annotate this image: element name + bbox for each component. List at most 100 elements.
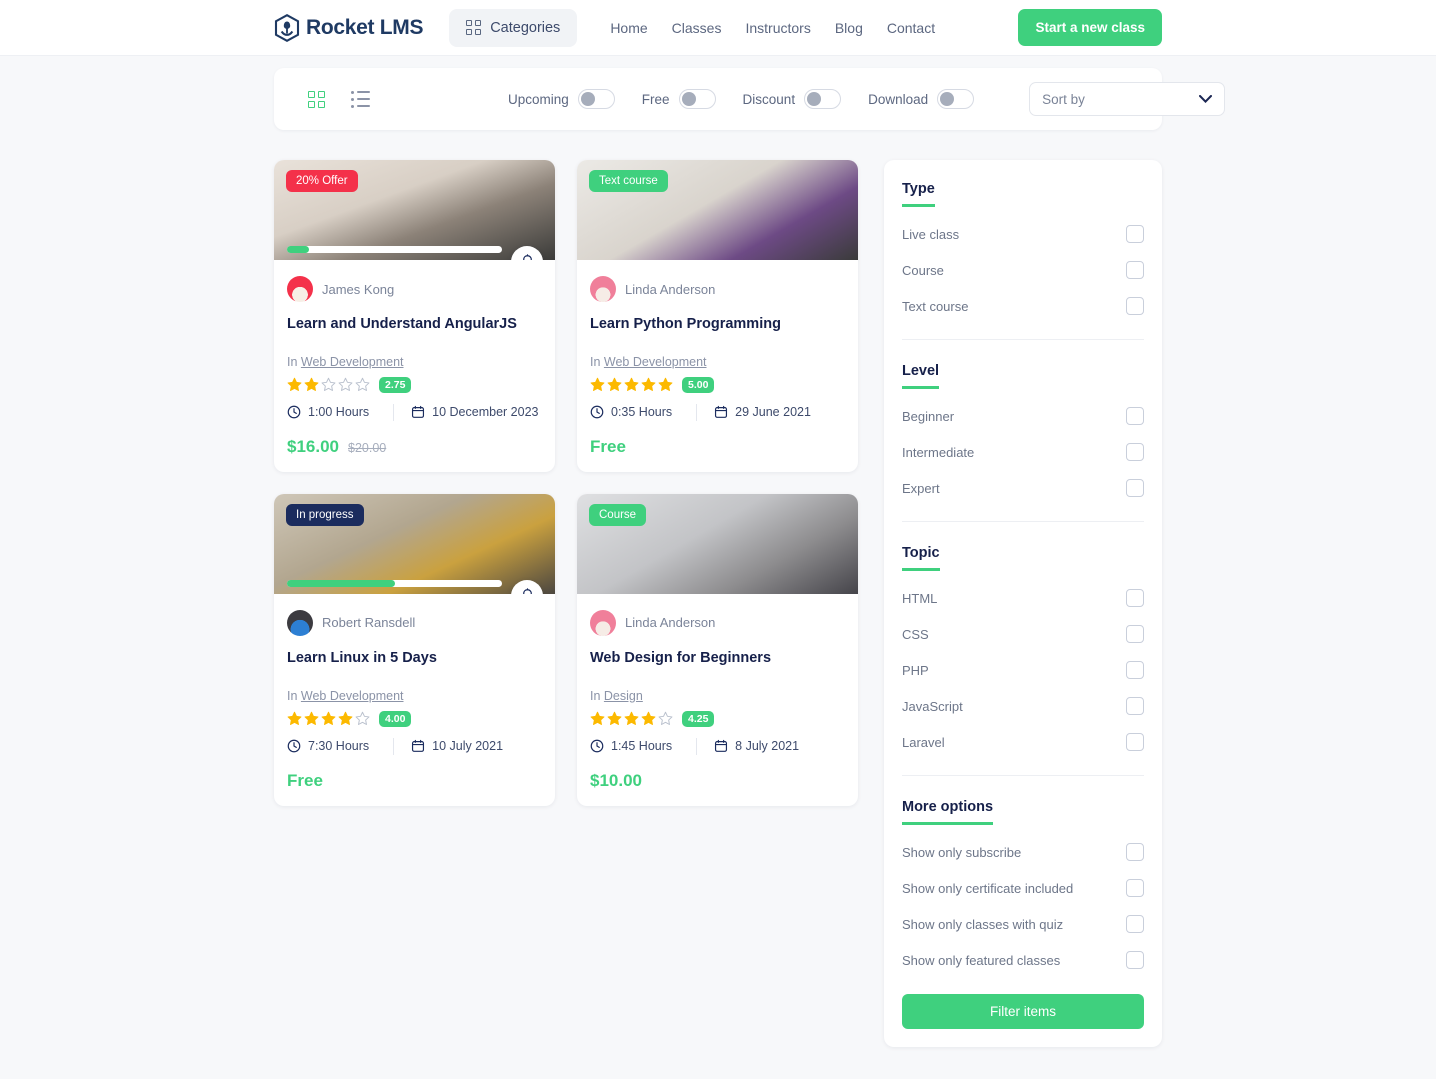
logo[interactable]: Rocket LMS (274, 14, 423, 42)
course-card[interactable]: Course Linda Anderson Web Design for Begin… (577, 494, 858, 806)
course-title[interactable]: Learn Python Programming (590, 315, 845, 334)
toggle-discount[interactable]: Discount (743, 89, 842, 109)
checkbox[interactable] (1126, 261, 1144, 279)
course-card-body: Linda Anderson Web Design for Beginners In… (577, 594, 858, 806)
filter-section: TypeLive classCourseText course (902, 180, 1144, 315)
toggle-upcoming-label: Upcoming (508, 92, 569, 107)
filter-option-css[interactable]: CSS (902, 625, 1144, 643)
course-badge: In progress (286, 504, 364, 526)
filter-option-show-only-certificate-included[interactable]: Show only certificate included (902, 879, 1144, 897)
filter-option-show-only-subscribe[interactable]: Show only subscribe (902, 843, 1144, 861)
list-view-icon[interactable] (351, 91, 370, 108)
filter-option-label: Expert (902, 481, 940, 496)
star-icon (590, 377, 605, 392)
course-thumbnail[interactable]: In progress (274, 494, 555, 594)
nav-item-classes[interactable]: Classes (672, 20, 722, 36)
filter-divider (902, 339, 1144, 340)
main-nav: Home Classes Instructors Blog Contact (610, 20, 935, 36)
checkbox[interactable] (1126, 951, 1144, 969)
filter-option-label: Show only subscribe (902, 845, 1021, 860)
checkbox[interactable] (1126, 879, 1144, 897)
course-category-link[interactable]: Web Development (604, 355, 707, 369)
toggle-upcoming[interactable]: Upcoming (508, 89, 615, 109)
current-price: $16.00 (287, 437, 339, 457)
filter-option-live-class[interactable]: Live class (902, 225, 1144, 243)
meta-divider (393, 738, 394, 755)
star-rating (287, 377, 370, 392)
grid-view-icon[interactable] (308, 91, 325, 108)
course-title[interactable]: Learn and Understand AngularJS (287, 315, 542, 334)
star-icon (658, 377, 673, 392)
filter-option-php[interactable]: PHP (902, 661, 1144, 679)
filter-option-show-only-classes-with-quiz[interactable]: Show only classes with quiz (902, 915, 1144, 933)
course-instructor[interactable]: James Kong (287, 276, 542, 302)
course-category-link[interactable]: Web Development (301, 355, 404, 369)
toggle-upcoming-switch[interactable] (578, 89, 615, 109)
course-category: In Web Development (287, 355, 542, 369)
course-meta: 7:30 Hours10 July 2021 (287, 738, 542, 755)
course-instructor[interactable]: Linda Anderson (590, 610, 845, 636)
course-thumbnail[interactable]: 20% Offer (274, 160, 555, 260)
course-badge: 20% Offer (286, 170, 358, 192)
filter-option-text-course[interactable]: Text course (902, 297, 1144, 315)
course-thumbnail[interactable]: Text course (577, 160, 858, 260)
course-thumbnail[interactable]: Course (577, 494, 858, 594)
course-category-link[interactable]: Web Development (301, 689, 404, 703)
checkbox[interactable] (1126, 589, 1144, 607)
checkbox[interactable] (1126, 479, 1144, 497)
course-category: In Design (590, 689, 845, 703)
avatar (590, 610, 616, 636)
toggle-free-switch[interactable] (679, 89, 716, 109)
star-icon (641, 377, 656, 392)
sort-select[interactable]: Sort byNewestOldestBest sellersBest rate… (1029, 82, 1225, 116)
filter-option-html[interactable]: HTML (902, 589, 1144, 607)
checkbox[interactable] (1126, 297, 1144, 315)
filter-option-course[interactable]: Course (902, 261, 1144, 279)
course-instructor[interactable]: Robert Ransdell (287, 610, 542, 636)
filter-option-show-only-featured-classes[interactable]: Show only featured classes (902, 951, 1144, 969)
course-rating: 2.75 (287, 377, 542, 393)
course-title[interactable]: Web Design for Beginners (590, 649, 845, 668)
categories-button[interactable]: Categories (449, 9, 577, 47)
filter-option-expert[interactable]: Expert (902, 479, 1144, 497)
toggle-discount-switch[interactable] (804, 89, 841, 109)
toggle-free[interactable]: Free (642, 89, 716, 109)
filter-option-javascript[interactable]: JavaScript (902, 697, 1144, 715)
nav-item-blog[interactable]: Blog (835, 20, 863, 36)
course-instructor[interactable]: Linda Anderson (590, 276, 845, 302)
checkbox[interactable] (1126, 697, 1144, 715)
filter-section-title: More options (902, 799, 993, 825)
checkbox[interactable] (1126, 843, 1144, 861)
checkbox[interactable] (1126, 407, 1144, 425)
start-new-class-button[interactable]: Start a new class (1018, 9, 1162, 46)
star-icon (355, 377, 370, 392)
checkbox[interactable] (1126, 443, 1144, 461)
checkbox[interactable] (1126, 625, 1144, 643)
nav-item-contact[interactable]: Contact (887, 20, 935, 36)
star-icon (304, 711, 319, 726)
filter-option-label: Live class (902, 227, 959, 242)
checkbox[interactable] (1126, 915, 1144, 933)
categories-label: Categories (490, 20, 560, 36)
toggle-free-label: Free (642, 92, 670, 107)
toggle-download-switch[interactable] (937, 89, 974, 109)
filter-items-button[interactable]: Filter items (902, 994, 1144, 1029)
toggle-download[interactable]: Download (868, 89, 974, 109)
course-card[interactable]: 20% Offer James Kong Learn and Understand … (274, 160, 555, 472)
filter-option-intermediate[interactable]: Intermediate (902, 443, 1144, 461)
filter-option-laravel[interactable]: Laravel (902, 733, 1144, 751)
logo-text: Rocket LMS (306, 16, 423, 40)
course-title[interactable]: Learn Linux in 5 Days (287, 649, 542, 668)
course-card[interactable]: Text course Linda Anderson Learn Python Pr… (577, 160, 858, 472)
nav-item-home[interactable]: Home (610, 20, 647, 36)
filter-option-label: Show only classes with quiz (902, 917, 1063, 932)
course-card[interactable]: In progress Robert Ransdell Learn Linux in… (274, 494, 555, 806)
filter-option-beginner[interactable]: Beginner (902, 407, 1144, 425)
course-price: $10.00 (590, 771, 845, 791)
course-rating: 4.00 (287, 711, 542, 727)
nav-item-instructors[interactable]: Instructors (745, 20, 810, 36)
course-category-link[interactable]: Design (604, 689, 643, 703)
checkbox[interactable] (1126, 733, 1144, 751)
checkbox[interactable] (1126, 225, 1144, 243)
checkbox[interactable] (1126, 661, 1144, 679)
